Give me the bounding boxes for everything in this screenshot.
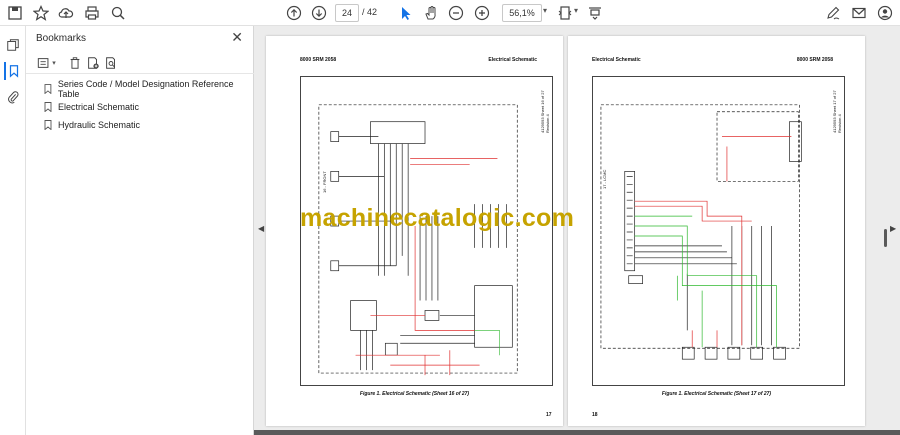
bookmark-item-label: Hydraulic Schematic	[58, 120, 141, 130]
bookmark-flag-icon	[44, 120, 52, 130]
page-header-left: 8000 SRM 2058	[300, 57, 337, 63]
bookmark-list: Series Code / Model Designation Referenc…	[26, 79, 254, 134]
page-number: 17	[546, 412, 552, 418]
select-arrow-icon[interactable]	[396, 3, 416, 23]
panel-collapse-left-icon[interactable]: ◀	[258, 224, 264, 233]
sheet-info-label: 4129593 Sheet 16 of 27 Revision 4	[540, 90, 550, 133]
page-fit-dropdown-icon[interactable]: ▾	[574, 6, 578, 15]
find-bookmark-icon[interactable]	[103, 55, 119, 71]
hand-icon[interactable]	[421, 3, 441, 23]
page-down-icon[interactable]	[309, 3, 329, 23]
page-number-input[interactable]: 24	[335, 4, 359, 22]
bookmarks-panel: Bookmarks ✕ ▾ Series Code / Model Design…	[26, 26, 254, 435]
page-header-left: Electrical Schematic	[592, 57, 641, 63]
attachment-icon[interactable]	[4, 88, 22, 106]
panel-expand-right-icon[interactable]: ▶	[890, 224, 896, 233]
zoom-in-icon[interactable]	[472, 3, 492, 23]
bookmark-item-hydraulic-schematic[interactable]: Hydraulic Schematic	[26, 116, 254, 134]
zoom-search-icon[interactable]	[108, 3, 128, 23]
sheet-section-tag: 16 - FRONT	[322, 171, 327, 193]
top-toolbar: 24 / 42 56,1% ▾ ▾	[0, 0, 900, 26]
vertical-scrollbar[interactable]	[884, 229, 887, 247]
edit-sign-icon[interactable]	[823, 3, 843, 23]
page-up-icon[interactable]	[284, 3, 304, 23]
sheet-section-tag: 17 - LCMC	[602, 169, 607, 189]
scroll-mode-icon[interactable]	[585, 3, 605, 23]
watermark-text: machinecatalogic.com	[300, 204, 575, 232]
mail-icon[interactable]	[849, 3, 869, 23]
delete-bookmark-icon[interactable]	[67, 55, 83, 71]
star-icon[interactable]	[31, 3, 51, 23]
bookmark-flag-icon	[44, 84, 52, 94]
bookmark-flag-icon	[44, 102, 52, 112]
bookmark-item-label: Series Code / Model Designation Referenc…	[57, 79, 234, 99]
figure-caption: Figure 1. Electrical Schematic (Sheet 16…	[359, 391, 470, 397]
page-fit-icon[interactable]	[555, 3, 575, 23]
print-icon[interactable]	[82, 3, 102, 23]
close-icon[interactable]: ✕	[231, 30, 243, 44]
schematic-drawing	[592, 76, 845, 386]
page-header-right: Electrical Schematic	[488, 57, 537, 63]
horizontal-scrollbar[interactable]	[254, 430, 900, 435]
zoom-level-input[interactable]: 56,1%	[502, 4, 542, 22]
new-bookmark-icon[interactable]	[85, 55, 101, 71]
page-total-label: / 42	[362, 7, 378, 17]
bookmark-options-dropdown-icon[interactable]: ▾	[50, 55, 58, 71]
bookmark-icon[interactable]	[4, 62, 22, 80]
zoom-dropdown-icon[interactable]: ▾	[543, 6, 547, 15]
account-icon[interactable]	[875, 3, 895, 23]
bookmark-item-series-code[interactable]: Series Code / Model Designation Referenc…	[26, 79, 254, 99]
zoom-out-icon[interactable]	[446, 3, 466, 23]
page-number: 18	[592, 412, 598, 418]
bookmark-item-label: Electrical Schematic	[58, 102, 140, 112]
bookmarks-toolbar: ▾	[26, 52, 254, 74]
save-icon[interactable]	[5, 3, 25, 23]
pages-icon[interactable]	[4, 36, 22, 54]
left-icon-rail	[0, 26, 26, 435]
page-header-right: 8000 SRM 2058	[796, 57, 833, 63]
bookmark-item-electrical-schematic[interactable]: Electrical Schematic	[26, 98, 254, 116]
upload-icon[interactable]	[56, 3, 76, 23]
figure-caption: Figure 1. Electrical Schematic (Sheet 17…	[661, 391, 772, 397]
bookmarks-panel-title: Bookmarks	[36, 33, 87, 44]
sheet-info-label: 4129593 Sheet 17 of 27 Revision 4	[832, 90, 842, 133]
document-page-right: Electrical Schematic 8000 SRM 2058 41295…	[568, 36, 865, 426]
